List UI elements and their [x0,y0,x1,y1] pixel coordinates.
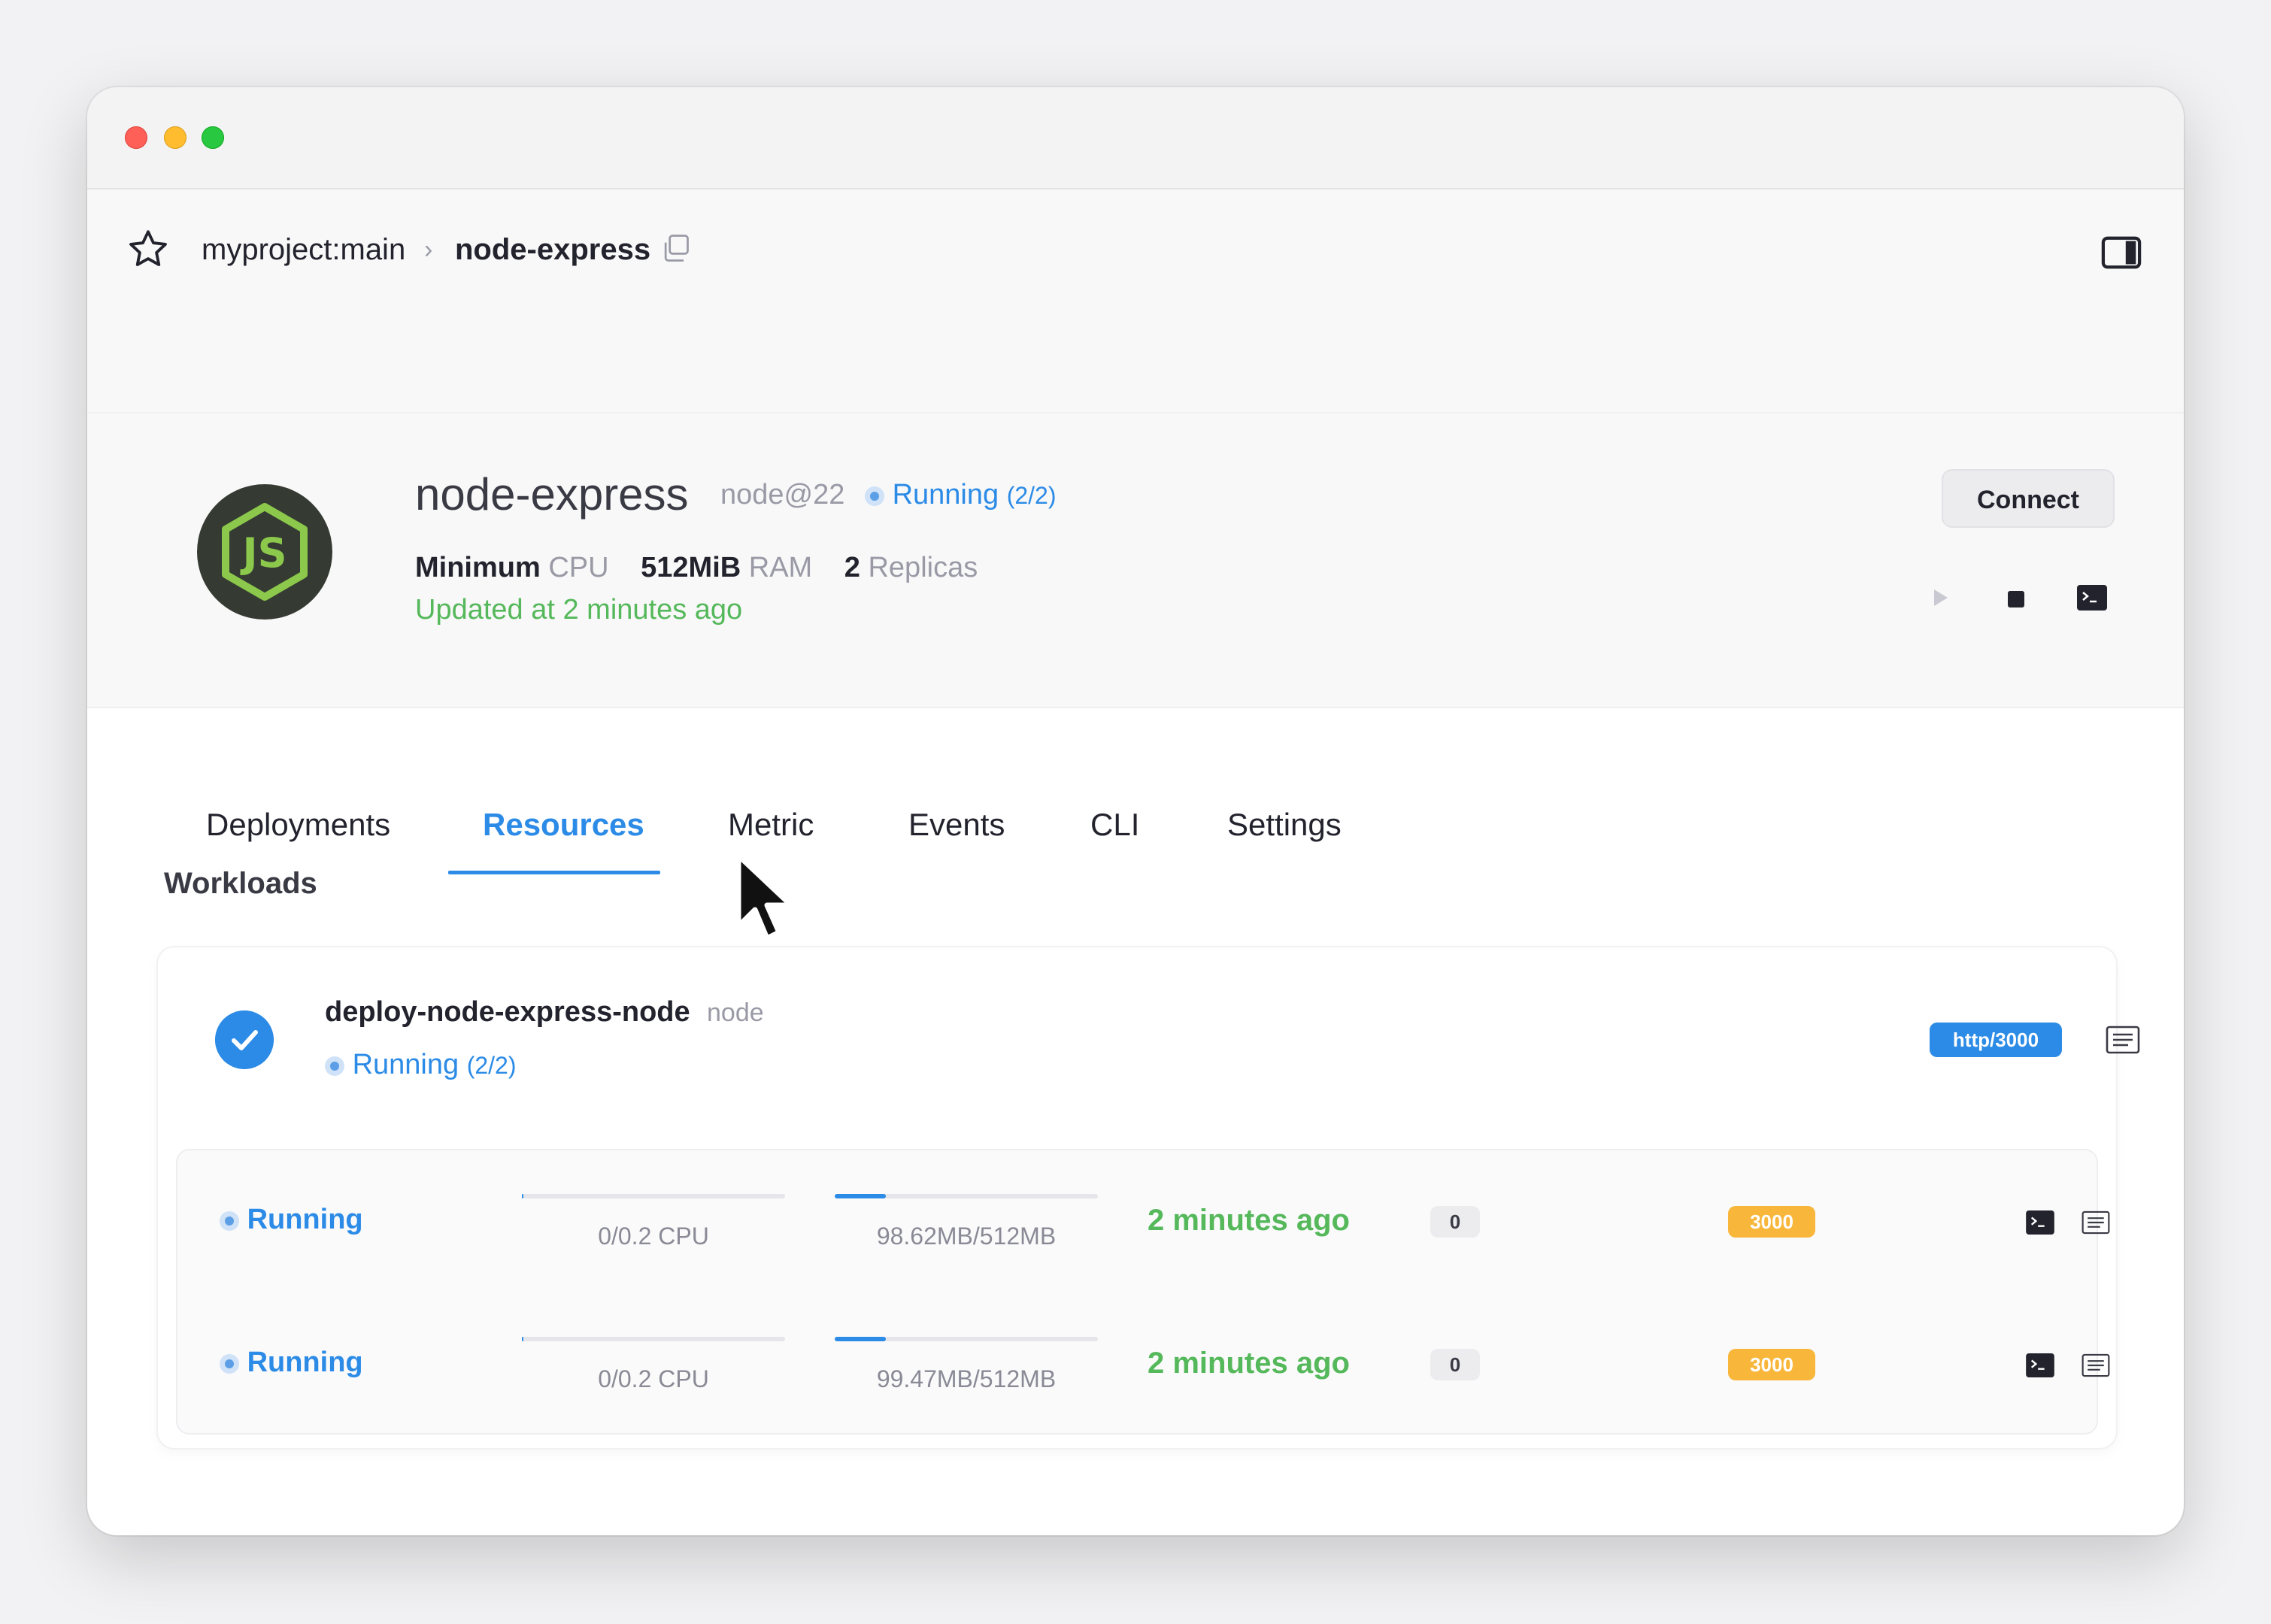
breadcrumb-separator: › [424,235,433,264]
service-status-label: Running [892,479,999,511]
workload-name[interactable]: deploy-node-express-node [325,994,690,1030]
ram-unit: RAM [748,552,813,583]
memory-usage-bar [835,1194,1098,1198]
endpoint-badge[interactable]: http/3000 [1930,1023,2062,1057]
status-dot-icon [220,1353,239,1374]
service-status: Running (2/2) [865,475,1056,515]
memory-usage-label: 99.47MB/512MB [876,1365,1057,1392]
logs-icon[interactable] [2106,1026,2140,1054]
cpu-usage-label: 0/0.2 CPU [598,1223,709,1250]
terminal-icon[interactable] [2026,1210,2054,1235]
pod-status: Running [220,1200,363,1239]
terminal-icon[interactable] [2077,585,2107,611]
active-tab-indicator [448,871,660,874]
updated-timestamp: Updated at 2 minutes ago [415,594,743,626]
tab-deployments[interactable]: Deployments [206,804,390,845]
minimize-window-button[interactable] [164,126,186,149]
star-icon[interactable] [126,227,170,271]
breadcrumb-service[interactable]: node-express [455,232,650,268]
tab-events[interactable]: Events [908,804,1005,845]
replicas-unit: Replicas [868,552,978,583]
tab-metric[interactable]: Metric [728,804,814,845]
service-header: JS node-express node@22 Running (2/2) Mi… [87,414,2184,708]
service-specs: Minimum CPU 512MiB RAM 2 Replicas [415,549,1002,586]
pod-age: 2 minutes ago [1148,1347,1350,1380]
pod-row: Running 0/0.2 CPU 99.47MB/512MB 2 minute… [177,1293,2110,1436]
pod-status-label: Running [247,1204,363,1235]
title-bar [87,87,2184,189]
workloads-title: Workloads [164,867,317,900]
logs-icon[interactable] [2081,1210,2110,1235]
sidebar-toggle-icon[interactable] [2101,235,2142,271]
port-badge[interactable]: 3000 [1728,1206,1815,1238]
zoom-window-button[interactable] [202,126,224,149]
workload-status: Running (2/2) [325,1045,516,1085]
restart-count-badge: 0 [1430,1349,1480,1380]
terminal-icon[interactable] [2026,1353,2054,1377]
mouse-pointer-icon [735,853,794,941]
service-title: node-express [415,469,689,520]
cpu-usage-fill [522,1194,524,1198]
stop-icon[interactable] [2008,591,2024,607]
status-dot-icon [220,1210,239,1231]
check-icon [215,1010,274,1069]
cpu-unit: CPU [548,552,609,583]
copy-icon[interactable] [659,232,692,265]
service-avatar: JS [197,484,332,620]
service-status-count: (2/2) [1006,482,1057,509]
replicas-value: 2 [844,552,860,583]
memory-usage-bar [835,1337,1098,1341]
cpu-usage-bar [522,1337,785,1341]
status-dot-icon [325,1056,344,1076]
app-window: myproject:main › node-express JS node-ex… [87,87,2184,1535]
restart-count-badge: 0 [1430,1206,1480,1238]
pod-age: 2 minutes ago [1148,1204,1350,1237]
close-window-button[interactable] [125,126,147,149]
service-version: node@22 [720,479,845,511]
svg-text:JS: JS [240,529,287,577]
tab-settings[interactable]: Settings [1227,804,1342,845]
memory-usage-label: 98.62MB/512MB [876,1223,1057,1250]
cpu-usage-fill [522,1337,524,1341]
connect-button[interactable]: Connect [1942,469,2115,528]
nodejs-logo-icon: JS [222,503,308,601]
play-icon[interactable] [1933,588,1949,607]
port-badge[interactable]: 3000 [1728,1349,1815,1380]
cpu-usage-label: 0/0.2 CPU [598,1365,709,1392]
status-dot-icon [865,486,884,506]
workload-status-label: Running [352,1049,459,1080]
memory-usage-fill [835,1337,886,1341]
tab-cli[interactable]: CLI [1090,804,1139,845]
pod-status-label: Running [247,1347,363,1378]
workload-status-count: (2/2) [466,1052,517,1079]
tab-resources[interactable]: Resources [483,804,644,845]
pod-row: Running 0/0.2 CPU 98.62MB/512MB 2 minute… [177,1150,2110,1293]
logs-icon[interactable] [2081,1353,2110,1377]
ram-value: 512MiB [641,552,741,583]
breadcrumb-project[interactable]: myproject:main [202,232,405,268]
pod-status: Running [220,1343,363,1382]
workload-type: node [707,998,764,1027]
memory-usage-fill [835,1194,886,1198]
workload-card: deploy-node-express-node node Running (2… [158,947,2140,1448]
cpu-value: Minimum [415,552,541,583]
tab-bar: Deployments Resources Metric Events CLI … [87,707,2184,880]
pods-list: Running 0/0.2 CPU 98.62MB/512MB 2 minute… [176,1149,2110,1436]
top-bar: myproject:main › node-express [87,189,2184,414]
cpu-usage-bar [522,1194,785,1198]
